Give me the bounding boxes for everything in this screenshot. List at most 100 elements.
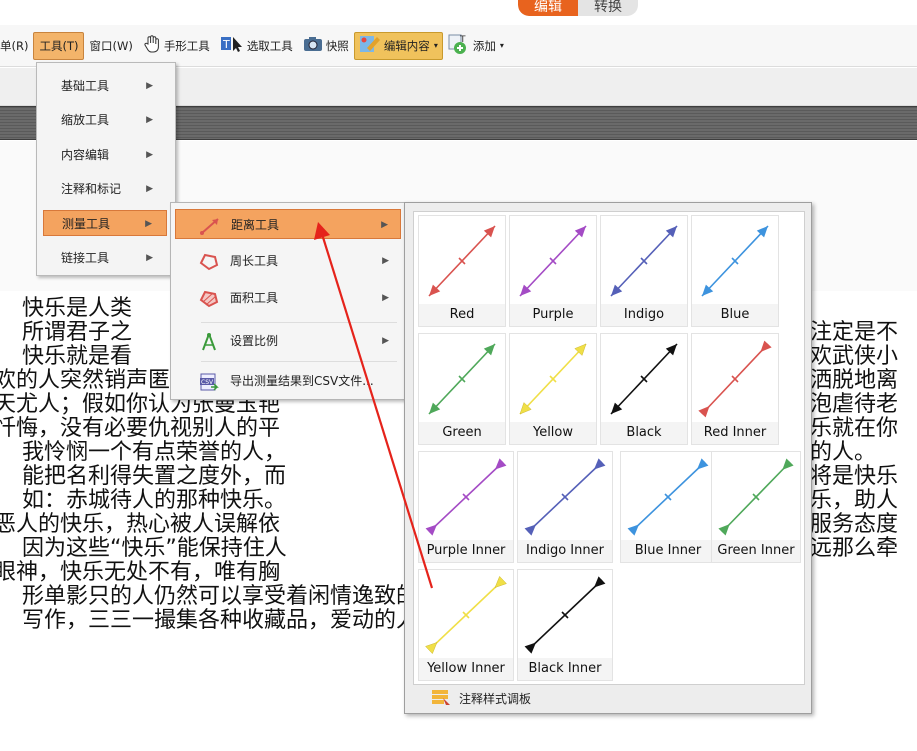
submenu-arrow-icon: ▶ <box>146 81 153 91</box>
menu-tools[interactable]: 工具(T) <box>33 31 85 60</box>
swatch-label: Indigo <box>601 304 687 326</box>
tools-menu: 基础工具 ▶ 缩放工具 ▶ 内容编辑 ▶ 注释和标记 ▶ 测量工具 ▶ 链接工具 ▶ <box>36 62 176 276</box>
annotation-style-palette: Red Purple Indigo Blue Green Yellow Black Red I… <box>404 202 812 714</box>
select-tool-button[interactable]: T 选取工具 <box>215 32 298 60</box>
submenu-arrow-icon: ▶ <box>382 256 389 266</box>
add-text-icon: T <box>448 33 470 58</box>
menu-item-label: 链接工具 <box>61 251 110 265</box>
submenu-arrow-icon: ▶ <box>382 293 389 303</box>
palette-icon <box>431 688 451 709</box>
menu-divider <box>201 361 397 362</box>
doc-line: 恶人的快乐，热心被人误解依 <box>0 512 281 537</box>
style-swatch-red[interactable]: Red <box>418 215 506 327</box>
hand-tool-button[interactable]: 手形工具 <box>138 32 215 60</box>
edit-content-button[interactable]: 编辑内容 ▾ <box>353 31 443 60</box>
menu-item-label: 测量工具 <box>62 217 111 231</box>
style-swatch-black-inner[interactable]: Black Inner <box>517 569 613 681</box>
camera-icon <box>303 36 323 55</box>
style-swatch-indigo-inner[interactable]: Indigo Inner <box>517 451 613 563</box>
menu-item-basic-tools[interactable]: 基础工具 ▶ <box>43 73 167 99</box>
menu-item-label: 设置比例 <box>230 334 279 348</box>
palette-footer-button[interactable]: 注释样式调板 <box>413 685 805 711</box>
swatch-label: Yellow <box>510 422 596 444</box>
swatch-label: Black Inner <box>518 658 612 680</box>
style-swatch-red-inner[interactable]: Red Inner <box>691 333 779 445</box>
menu-item-label: 周长工具 <box>230 254 279 268</box>
doc-line-right: 的人。 <box>810 440 877 465</box>
style-swatch-indigo[interactable]: Indigo <box>600 215 688 327</box>
swatch-label: Black <box>601 422 687 444</box>
text-select-icon: T <box>220 35 244 56</box>
measure-submenu: 距离工具 ▶ 周长工具 ▶ 面积工具 ▶ 设置比例 ▶ CSV 导出测量结果到C… <box>170 202 406 400</box>
swatch-label: Purple Inner <box>419 540 513 562</box>
line-style-icon <box>519 343 587 415</box>
menu-item-zoom-tools[interactable]: 缩放工具 ▶ <box>43 107 167 133</box>
menu-item-distance-tool[interactable]: 距离工具 ▶ <box>175 209 401 239</box>
line-style-icon <box>701 225 769 297</box>
line-style-icon <box>610 225 678 297</box>
doc-line: 因为这些“快乐”能保持住人 <box>22 536 287 561</box>
menu-item-label: 基础工具 <box>61 79 110 93</box>
style-swatch-green[interactable]: Green <box>418 333 506 445</box>
style-swatch-grid: Red Purple Indigo Blue Green Yellow Black Red I… <box>413 211 805 685</box>
menu-item-measure-tools[interactable]: 测量工具 ▶ <box>43 210 167 236</box>
mode-tabs: 编辑 转换 <box>518 0 638 16</box>
svg-text:T: T <box>222 38 230 51</box>
submenu-arrow-icon: ▶ <box>146 150 153 160</box>
doc-line: 所谓君子之 <box>22 320 133 345</box>
submenu-arrow-icon: ▶ <box>381 220 388 230</box>
menu-item-perimeter-tool[interactable]: 周长工具 ▶ <box>175 246 401 276</box>
submenu-arrow-icon: ▶ <box>145 219 152 229</box>
hand-icon <box>143 34 161 57</box>
line-style-icon <box>610 343 678 415</box>
svg-text:CSV: CSV <box>201 379 214 386</box>
submenu-arrow-icon: ▶ <box>146 184 153 194</box>
submenu-arrow-icon: ▶ <box>146 253 153 263</box>
menu-item-set-scale[interactable]: 设置比例 ▶ <box>175 326 401 356</box>
edit-content-label: 编辑内容 <box>383 38 430 53</box>
chevron-down-icon: ▾ <box>499 41 504 50</box>
doc-line-right: 远那么牵 <box>810 536 899 561</box>
perimeter-tool-icon <box>199 252 219 271</box>
menu-partial[interactable]: 单(R) <box>0 32 33 60</box>
style-swatch-purple-inner[interactable]: Purple Inner <box>418 451 514 563</box>
add-label: 添加 <box>472 38 496 53</box>
menu-window[interactable]: 窗口(W) <box>84 32 137 60</box>
line-style-icon <box>718 458 794 536</box>
style-swatch-blue-inner[interactable]: Blue Inner <box>620 451 716 563</box>
swatch-label: Green Inner <box>712 540 800 562</box>
select-tool-label: 选取工具 <box>246 38 293 53</box>
doc-line-right: 洒脱地离 <box>810 368 899 393</box>
menu-item-area-tool[interactable]: 面积工具 ▶ <box>175 283 401 313</box>
toolbar: 单(R) 工具(T) 窗口(W) 手形工具 T 选取工具 快照 编辑内容 ▾ T… <box>0 25 917 67</box>
style-swatch-green-inner[interactable]: Green Inner <box>711 451 801 563</box>
line-style-icon <box>698 340 772 418</box>
menu-item-export-csv[interactable]: CSV 导出测量结果到CSV文件... <box>175 366 401 396</box>
style-swatch-black[interactable]: Black <box>600 333 688 445</box>
line-style-icon <box>627 458 709 536</box>
swatch-label: Red <box>419 304 505 326</box>
doc-line: 能把名利得失置之度外，而 <box>22 464 287 489</box>
hand-tool-label: 手形工具 <box>163 38 210 53</box>
scale-icon <box>199 332 219 351</box>
style-swatch-yellow[interactable]: Yellow <box>509 333 597 445</box>
style-swatch-blue[interactable]: Blue <box>691 215 779 327</box>
line-style-icon <box>428 225 496 297</box>
tab-edit[interactable]: 编辑 <box>518 0 578 16</box>
doc-line-right: 服务态度 <box>810 512 899 537</box>
edit-content-icon <box>359 34 381 57</box>
tab-convert[interactable]: 转换 <box>578 0 638 16</box>
menu-item-content-edit[interactable]: 内容编辑 ▶ <box>43 142 167 168</box>
snapshot-button[interactable]: 快照 <box>298 32 354 60</box>
doc-line-right: 泡虐待老 <box>810 392 899 417</box>
palette-footer-label: 注释样式调板 <box>459 691 532 706</box>
menu-item-label: 面积工具 <box>230 291 279 305</box>
style-swatch-yellow-inner[interactable]: Yellow Inner <box>418 569 514 681</box>
style-swatch-purple[interactable]: Purple <box>509 215 597 327</box>
menu-item-comments[interactable]: 注释和标记 ▶ <box>43 176 167 202</box>
menu-item-link-tools[interactable]: 链接工具 ▶ <box>43 245 167 271</box>
add-button[interactable]: T 添加 ▾ <box>443 32 509 60</box>
menu-item-label: 距离工具 <box>231 218 280 232</box>
swatch-label: Blue Inner <box>621 540 715 562</box>
swatch-label: Purple <box>510 304 596 326</box>
